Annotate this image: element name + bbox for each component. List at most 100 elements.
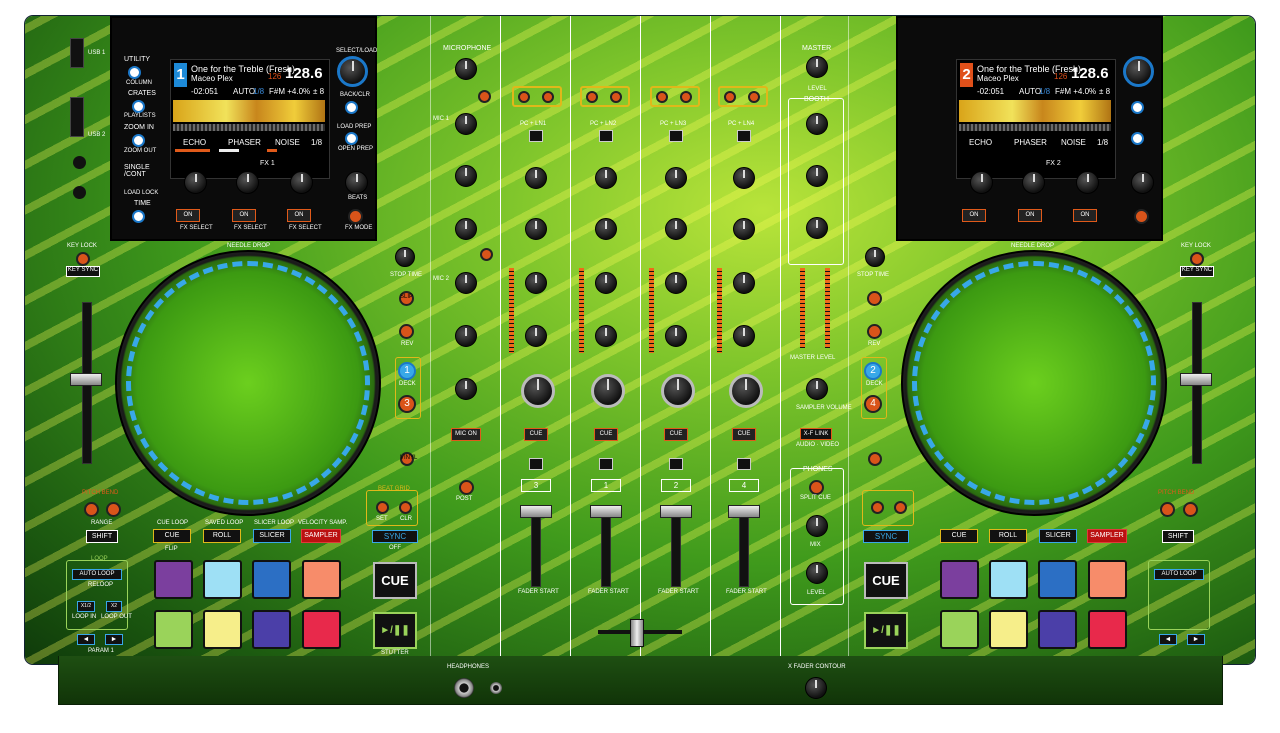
ch2-cue-button[interactable]: CUE	[664, 428, 688, 441]
fx3-knob[interactable]	[290, 171, 313, 194]
cue-mode-button[interactable]: CUE	[940, 529, 978, 543]
stop-time-knob[interactable]	[865, 247, 885, 267]
shift-button[interactable]: SHIFT	[1162, 530, 1194, 543]
shift-button[interactable]: SHIFT	[86, 530, 118, 543]
mic2-level-knob[interactable]	[455, 218, 477, 240]
ch4-xf-assign[interactable]	[737, 458, 751, 470]
headphones-jack-small[interactable]	[490, 682, 502, 694]
mic1-level-knob[interactable]	[455, 58, 477, 80]
loop-double-button[interactable]: X2	[106, 601, 122, 612]
pitch-bend-minus[interactable]	[84, 502, 99, 517]
right-jog-wheel[interactable]	[901, 250, 1167, 516]
fx-assign-ch3[interactable]	[512, 86, 562, 107]
pad-8[interactable]	[1088, 610, 1127, 649]
stop-time-knob[interactable]	[395, 247, 415, 267]
booth-hi-knob[interactable]	[806, 165, 828, 187]
split-cue-button[interactable]	[809, 480, 824, 495]
usb2-eject-button[interactable]	[73, 186, 86, 199]
select-load-knob[interactable]	[1123, 56, 1154, 87]
ch1-eq-knob-2[interactable]	[595, 272, 617, 294]
ch3-filter-knob[interactable]	[521, 374, 555, 408]
ch2-filter-knob[interactable]	[661, 374, 695, 408]
ch1-cue-button[interactable]: CUE	[594, 428, 618, 441]
grid-slide-button[interactable]	[399, 501, 412, 514]
ch4-filter-knob[interactable]	[729, 374, 763, 408]
usb1-eject-button[interactable]	[73, 156, 86, 169]
param-left-button[interactable]: ◄	[1159, 634, 1177, 645]
fx2-knob[interactable]	[1022, 171, 1045, 194]
mic2-hi-knob[interactable]	[455, 272, 477, 294]
deck1-button[interactable]: 1	[398, 362, 416, 380]
fx3-on-button[interactable]: ON	[287, 209, 311, 222]
pad-7[interactable]	[1038, 610, 1077, 649]
ch3-cue-button[interactable]: CUE	[524, 428, 548, 441]
slicer-mode-button[interactable]: SLICER	[1039, 529, 1077, 543]
left-pitch-fader[interactable]	[70, 373, 102, 386]
slip-button[interactable]	[867, 291, 882, 306]
ch4-eq-knob-1[interactable]	[733, 218, 755, 240]
usb2-port[interactable]	[70, 97, 84, 137]
mic2-echo-button[interactable]	[480, 248, 493, 261]
mic-on-button[interactable]: MIC ON	[451, 428, 481, 441]
censor-button[interactable]	[867, 324, 882, 339]
pad-7[interactable]	[252, 610, 291, 649]
pad-6[interactable]	[203, 610, 242, 649]
right-pitch-fader[interactable]	[1180, 373, 1212, 386]
pad-8[interactable]	[302, 610, 341, 649]
sampler-volume-knob[interactable]	[806, 378, 828, 400]
beats-knob[interactable]	[345, 171, 368, 194]
fx1-knob[interactable]	[184, 171, 207, 194]
back-clr-button[interactable]	[1131, 101, 1144, 114]
view-button[interactable]	[128, 66, 141, 79]
key-lock-button[interactable]	[1190, 252, 1204, 266]
post-button[interactable]	[459, 480, 474, 495]
load-prep-button[interactable]	[1131, 132, 1144, 145]
pitch-bend-minus[interactable]	[1160, 502, 1175, 517]
sync-button[interactable]: SYNC	[863, 530, 909, 543]
grid-slide-button[interactable]	[894, 501, 907, 514]
ch3-eq-knob-3[interactable]	[525, 325, 547, 347]
back-clr-button[interactable]	[345, 101, 358, 114]
roll-mode-button[interactable]: ROLL	[203, 529, 241, 543]
censor-button[interactable]	[399, 324, 414, 339]
pitch-bend-plus[interactable]	[106, 502, 121, 517]
ch3-eq-knob-1[interactable]	[525, 218, 547, 240]
ch3-eq-knob-2[interactable]	[525, 272, 547, 294]
ch1-eq-knob-3[interactable]	[595, 325, 617, 347]
pad-5[interactable]	[940, 610, 979, 649]
fx2-knob[interactable]	[236, 171, 259, 194]
ch3-xf-assign[interactable]	[529, 458, 543, 470]
deck3-button[interactable]: 3	[398, 395, 416, 413]
sync-button[interactable]: SYNC	[372, 530, 418, 543]
param-right-button[interactable]: ►	[105, 634, 123, 645]
tap-button[interactable]	[348, 209, 363, 224]
deck4-button[interactable]: 4	[864, 395, 882, 413]
ch3-source-switch[interactable]	[529, 130, 543, 142]
pad-2[interactable]	[203, 560, 242, 599]
ch1-eq-knob-0[interactable]	[595, 167, 617, 189]
phones-level-knob[interactable]	[806, 562, 828, 584]
pad-4[interactable]	[1088, 560, 1127, 599]
fx2-on-button[interactable]: ON	[1018, 209, 1042, 222]
ch2-eq-knob-3[interactable]	[665, 325, 687, 347]
fx1-on-button[interactable]: ON	[176, 209, 200, 222]
slicer-mode-button[interactable]: SLICER	[253, 529, 291, 543]
time-button[interactable]	[132, 210, 145, 223]
ch4-eq-knob-0[interactable]	[733, 167, 755, 189]
cue-button[interactable]: CUE	[864, 562, 908, 599]
usb1-port[interactable]	[70, 38, 84, 68]
vinyl-button[interactable]	[868, 452, 882, 466]
ch2-xf-assign[interactable]	[669, 458, 683, 470]
zoom-button[interactable]	[132, 134, 145, 147]
x-fader-contour-knob[interactable]	[805, 677, 827, 699]
ch2-volume-fader[interactable]	[660, 505, 692, 518]
pad-2[interactable]	[989, 560, 1028, 599]
crates-button[interactable]	[132, 100, 145, 113]
fx3-knob[interactable]	[1076, 171, 1099, 194]
loop-half-button[interactable]: X1/2	[77, 601, 95, 612]
pitch-bend-plus[interactable]	[1183, 502, 1198, 517]
ch4-eq-knob-3[interactable]	[733, 325, 755, 347]
mic2-low-knob[interactable]	[455, 325, 477, 347]
cue-mode-button[interactable]: CUE	[153, 529, 191, 543]
xf-link-button[interactable]: X-F LINK	[800, 428, 832, 440]
